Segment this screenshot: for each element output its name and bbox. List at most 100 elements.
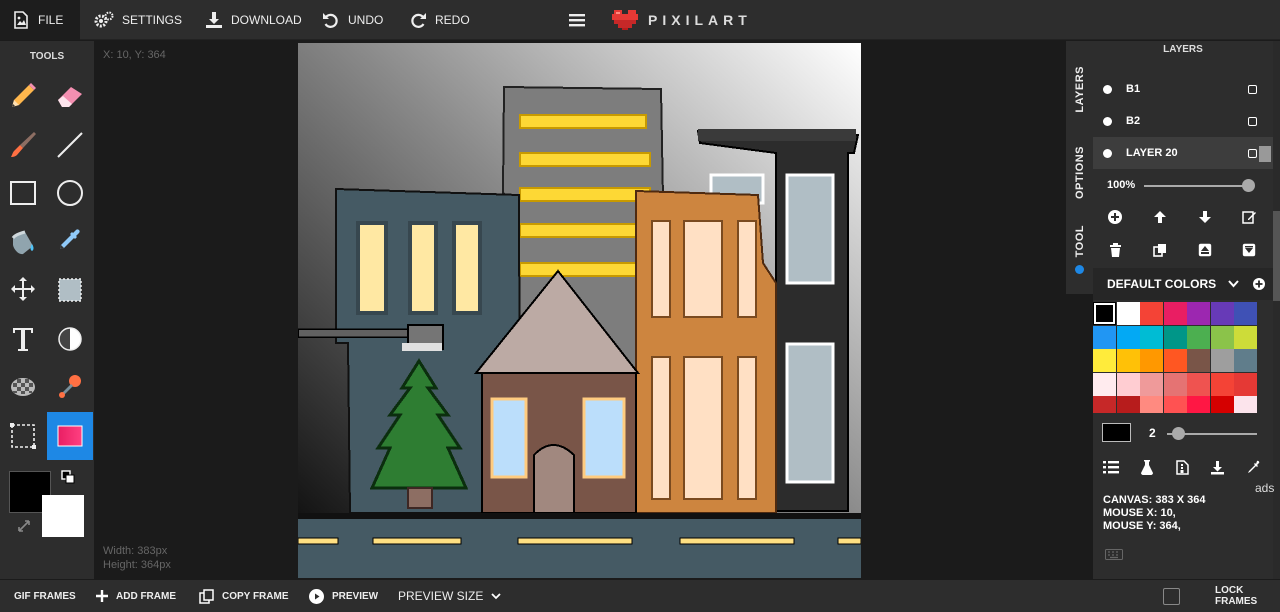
merge-down-button[interactable] [1239, 240, 1259, 260]
palette-swatch[interactable] [1187, 325, 1210, 349]
layer-visibility-dot[interactable] [1103, 116, 1112, 126]
lighten-tool[interactable] [47, 315, 93, 363]
opacity-slider-track[interactable] [1144, 185, 1251, 187]
drawing-canvas[interactable] [298, 43, 861, 578]
layer-row-layer-20[interactable]: LAYER 20 [1093, 137, 1273, 169]
palette-swatch[interactable] [1093, 349, 1116, 372]
palette-swatch[interactable] [1187, 396, 1210, 413]
palette-swatch[interactable] [1093, 396, 1116, 413]
stamp-tool[interactable] [47, 363, 93, 411]
palette-swatch[interactable] [1116, 372, 1140, 396]
dither-tool[interactable] [0, 363, 46, 411]
palette-swatch[interactable] [1234, 325, 1257, 349]
palette-swatch[interactable] [1163, 325, 1187, 349]
export-button[interactable] [1207, 457, 1227, 477]
palette-swatch[interactable] [1163, 349, 1187, 372]
layer-checkbox[interactable] [1248, 116, 1257, 126]
rectangle-tool[interactable] [0, 169, 46, 217]
palette-swatch[interactable] [1163, 396, 1187, 413]
secondary-color-swatch[interactable] [42, 495, 84, 537]
palette-swatch[interactable] [1210, 372, 1234, 396]
palette-swatch[interactable] [1140, 302, 1163, 325]
gif-frames-button[interactable]: GIF FRAMES [14, 580, 76, 612]
gradient-tool[interactable] [47, 412, 93, 460]
palette-swatch[interactable] [1163, 302, 1187, 325]
pixilart-logo[interactable]: PIXILART [612, 8, 752, 32]
add-layer-button[interactable] [1105, 207, 1125, 227]
archive-button[interactable] [1172, 457, 1192, 477]
eraser-tool[interactable] [47, 72, 93, 120]
layer-row-b2[interactable]: B2 [1093, 105, 1273, 137]
crop-tool[interactable] [0, 412, 46, 460]
palette-swatch[interactable] [1116, 302, 1140, 325]
palette-swatch[interactable] [1116, 325, 1140, 349]
layer-checkbox[interactable] [1248, 84, 1257, 94]
undo-button[interactable]: UNDO [322, 0, 383, 40]
tab-layers[interactable]: LAYERS [1066, 49, 1093, 129]
palette-swatch[interactable] [1210, 396, 1234, 413]
palette-swatch[interactable] [1234, 349, 1257, 372]
edit-layer-button[interactable] [1239, 207, 1259, 227]
palette-swatch[interactable] [1140, 325, 1163, 349]
effects-button[interactable] [1137, 457, 1157, 477]
line-tool[interactable] [47, 121, 93, 169]
add-palette-icon[interactable] [1253, 278, 1266, 290]
palette-swatch[interactable] [1093, 302, 1116, 325]
palette-swatch[interactable] [1234, 302, 1257, 325]
brush-tool[interactable] [0, 121, 46, 169]
add-frame-button[interactable]: ADD FRAME [96, 580, 176, 612]
merge-up-button[interactable] [1195, 240, 1215, 260]
right-panel-scrollbar[interactable] [1273, 41, 1280, 579]
layer-row-b1[interactable]: B1 [1093, 73, 1273, 105]
palette-swatch[interactable] [1187, 372, 1210, 396]
keyboard-shortcuts-button[interactable] [1105, 547, 1123, 565]
move-tool[interactable] [0, 266, 46, 314]
pencil-tool[interactable] [0, 72, 46, 120]
palette-swatch[interactable] [1210, 325, 1234, 349]
palette-swatch[interactable] [1140, 372, 1163, 396]
palette-swatch[interactable] [1093, 325, 1116, 349]
redo-button[interactable]: REDO [409, 0, 470, 40]
layer-visibility-dot[interactable] [1103, 148, 1112, 158]
palette-swatch[interactable] [1234, 396, 1257, 413]
text-tool[interactable] [0, 315, 46, 363]
swap-colors-button[interactable] [61, 470, 75, 489]
brush-size-slider-knob[interactable] [1172, 427, 1185, 440]
layers-list-button[interactable] [1101, 457, 1121, 477]
layer-checkbox[interactable] [1248, 148, 1257, 158]
settings-button[interactable]: SETTINGS [94, 0, 182, 40]
move-layer-up-button[interactable] [1150, 207, 1170, 227]
lock-frames-button[interactable]: LOCK FRAMES [1215, 580, 1280, 612]
eyedropper-tool[interactable] [47, 218, 93, 266]
palette-swatch[interactable] [1187, 302, 1210, 325]
palette-swatch[interactable] [1116, 349, 1140, 372]
tab-options[interactable]: OPTIONS [1066, 133, 1093, 213]
file-menu-button[interactable]: FILE [0, 0, 80, 40]
duplicate-layer-button[interactable] [1150, 240, 1170, 260]
preview-button[interactable]: PREVIEW [309, 580, 378, 612]
download-button[interactable]: DOWNLOAD [205, 0, 302, 40]
select-tool[interactable] [47, 266, 93, 314]
reset-colors-button[interactable] [17, 519, 31, 538]
lock-frames-checkbox[interactable] [1163, 588, 1180, 605]
copy-frame-button[interactable]: COPY FRAME [199, 580, 289, 612]
move-layer-down-button[interactable] [1195, 207, 1215, 227]
palette-swatch[interactable] [1210, 302, 1234, 325]
brush-color-swatch[interactable] [1102, 423, 1131, 442]
bucket-tool[interactable] [0, 218, 46, 266]
tab-tool[interactable]: TOOL [1066, 221, 1093, 261]
palette-swatch[interactable] [1210, 349, 1234, 372]
layers-scrollbar[interactable] [1259, 146, 1271, 162]
layer-visibility-dot[interactable] [1103, 84, 1112, 94]
opacity-slider-knob[interactable] [1242, 179, 1255, 192]
preview-size-dropdown[interactable]: PREVIEW SIZE [398, 580, 501, 612]
scrollbar-thumb[interactable] [1273, 211, 1280, 301]
palette-swatch[interactable] [1234, 372, 1257, 396]
palette-swatch[interactable] [1163, 372, 1187, 396]
circle-tool[interactable] [47, 169, 93, 217]
palette-swatch[interactable] [1093, 372, 1116, 396]
delete-layer-button[interactable] [1105, 240, 1125, 260]
palette-selector[interactable]: DEFAULT COLORS [1093, 268, 1273, 300]
palette-swatch[interactable] [1140, 349, 1163, 372]
color-picker-button[interactable] [1243, 457, 1263, 477]
